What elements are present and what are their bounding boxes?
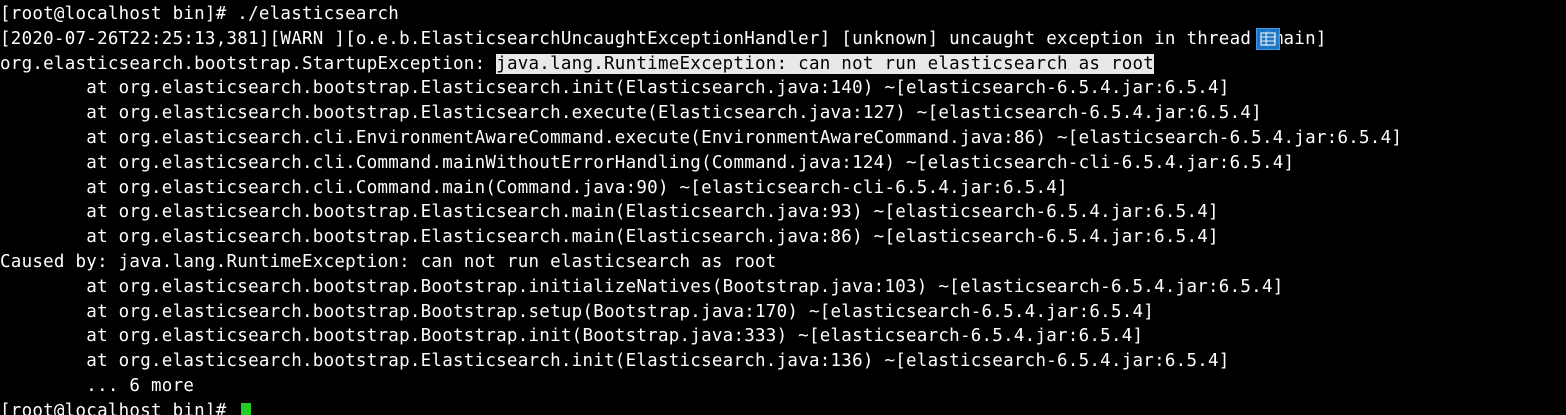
shell-prompt: [root@localhost bin]# bbox=[0, 400, 238, 415]
warn-log-line: [2020-07-26T22:25:13,381][WARN ][o.e.b.E… bbox=[0, 28, 1327, 49]
exception-line: org.elasticsearch.bootstrap.StartupExcep… bbox=[0, 52, 1566, 77]
stack-trace-line: at org.elasticsearch.cli.EnvironmentAwar… bbox=[0, 127, 1403, 148]
stack-trace-line: at org.elasticsearch.bootstrap.Elasticse… bbox=[0, 227, 1219, 248]
caused-by-line: Caused by: java.lang.RuntimeException: c… bbox=[0, 251, 777, 272]
stack-trace-line: at org.elasticsearch.cli.Command.main(Co… bbox=[0, 177, 1068, 198]
terminal-cursor bbox=[241, 402, 252, 415]
stack-trace-line: at org.elasticsearch.bootstrap.Bootstrap… bbox=[0, 326, 1144, 347]
stack-trace-line: at org.elasticsearch.bootstrap.Elasticse… bbox=[0, 202, 1219, 223]
stack-trace-line: at org.elasticsearch.bootstrap.Elasticse… bbox=[0, 78, 1230, 99]
command-line: [root@localhost bin]# ./elasticsearch bbox=[0, 4, 400, 24]
exception-prefix: org.elasticsearch.bootstrap.StartupExcep… bbox=[0, 53, 497, 74]
more-frames-line: ... 6 more bbox=[0, 375, 195, 396]
table-icon[interactable] bbox=[1256, 28, 1280, 50]
stack-trace-line: at org.elasticsearch.bootstrap.Bootstrap… bbox=[0, 301, 1155, 322]
stack-trace-line: at org.elasticsearch.bootstrap.Elasticse… bbox=[0, 103, 1262, 124]
terminal-output[interactable]: [root@localhost bin]# ./elasticsearch [2… bbox=[0, 2, 1566, 415]
table-icon-graphic bbox=[1260, 32, 1276, 46]
stack-trace-line: at org.elasticsearch.cli.Command.mainWit… bbox=[0, 152, 1295, 173]
stack-trace-line: at org.elasticsearch.bootstrap.Elasticse… bbox=[0, 351, 1230, 372]
stack-trace-line: at org.elasticsearch.bootstrap.Bootstrap… bbox=[0, 276, 1284, 297]
selected-exception-message[interactable]: java.lang.RuntimeException: can not run … bbox=[496, 53, 1155, 74]
prompt-line[interactable]: [root@localhost bin]# bbox=[0, 399, 1566, 415]
